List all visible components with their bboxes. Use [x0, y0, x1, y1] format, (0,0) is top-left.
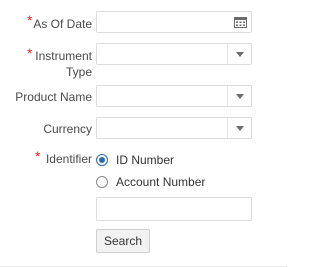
dropdown-button[interactable] — [227, 44, 251, 64]
identifier-value-input[interactable] — [96, 197, 252, 221]
radio-id-number[interactable]: ID Number — [96, 153, 174, 167]
calendar-icon[interactable] — [234, 16, 247, 28]
dropdown-button[interactable] — [227, 118, 251, 138]
as-of-date-label: As Of Date — [33, 17, 92, 31]
product-name-select[interactable] — [96, 85, 252, 107]
currency-select[interactable] — [96, 117, 252, 139]
product-name-label: Product Name — [15, 90, 92, 104]
radio-label: ID Number — [116, 153, 175, 167]
chevron-down-icon — [235, 51, 244, 57]
chevron-down-icon — [235, 93, 244, 99]
instrument-type-select[interactable] — [96, 43, 252, 65]
currency-label: Currency — [43, 122, 92, 136]
identifier-label: Identifier — [45, 152, 92, 166]
radio-account-number[interactable]: Account Number — [96, 175, 205, 189]
chevron-down-icon — [235, 125, 244, 131]
as-of-date-input[interactable] — [96, 11, 252, 33]
radio-button[interactable] — [96, 176, 108, 188]
instrument-type-label-line1: Instrument — [35, 49, 92, 63]
radio-button-selected[interactable] — [96, 154, 108, 166]
radio-label: Account Number — [116, 175, 206, 189]
dropdown-button[interactable] — [227, 86, 251, 106]
search-button[interactable]: Search — [96, 229, 150, 253]
instrument-type-label-line2: Type — [65, 65, 92, 79]
